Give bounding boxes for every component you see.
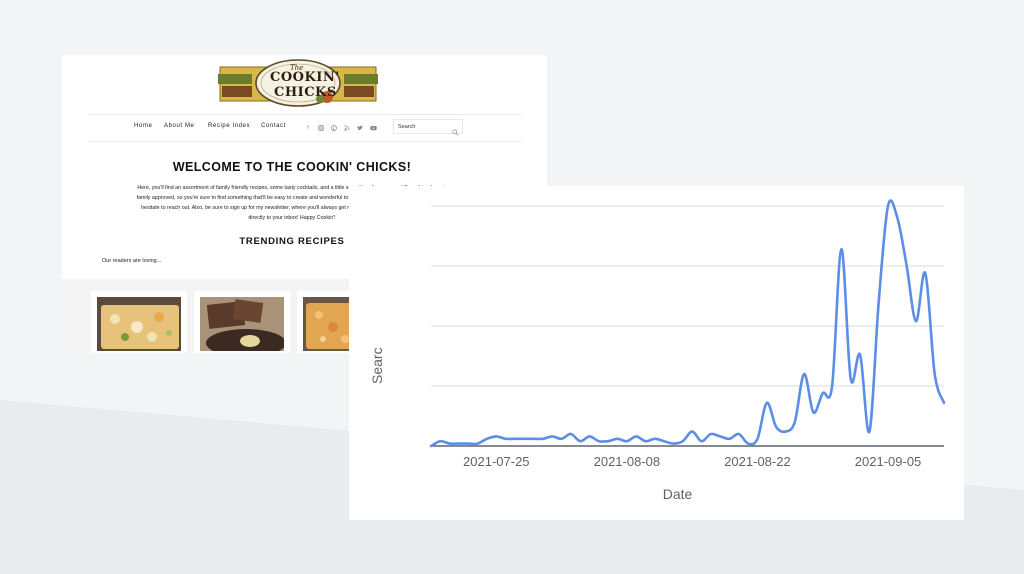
search-trend-chart: 2021-07-25 2021-08-08 2021-08-22 2021-09-05… — [349, 186, 964, 520]
welcome-title: WELCOME TO THE COOKIN' CHICKS! — [172, 160, 412, 174]
trend-chart-svg: 2021-07-25 2021-08-08 2021-08-22 2021-09-05… — [369, 199, 946, 502]
x-tick-label: 2021-08-08 — [594, 454, 661, 469]
search-box[interactable]: Search — [393, 119, 463, 136]
nav-divider-top — [90, 114, 522, 115]
nav-divider-bottom — [90, 141, 522, 142]
nav-home[interactable]: Home — [134, 123, 152, 129]
nav-contact[interactable]: Contact — [261, 123, 286, 129]
nav-recipe-index[interactable]: Recipe Index — [208, 123, 250, 129]
recipe-card-casserole[interactable] — [91, 291, 187, 353]
x-tick-label: 2021-07-25 — [463, 454, 530, 469]
search-icon[interactable] — [452, 123, 459, 141]
twitter-icon[interactable] — [357, 125, 363, 131]
readers-text: Our readers are loving... — [102, 258, 162, 264]
logo-line2: CHICKS — [274, 85, 337, 100]
site-logo[interactable]: The COOKIN' CHICKS — [218, 59, 378, 111]
x-tick-label: 2021-09-05 — [855, 454, 922, 469]
x-tick-label: 2021-08-22 — [724, 454, 791, 469]
recipe-photo — [200, 297, 284, 351]
recipe-card-brownie[interactable] — [194, 291, 290, 353]
pinterest-icon[interactable] — [331, 125, 337, 132]
nav-about-me[interactable]: About Me — [164, 123, 194, 129]
facebook-icon[interactable]: f — [305, 125, 311, 131]
youtube-icon[interactable] — [370, 125, 377, 131]
logo-line1: COOKIN' — [270, 70, 340, 85]
x-tick-labels: 2021-07-25 2021-08-08 2021-08-22 2021-09-05 — [463, 454, 921, 469]
recipe-photo — [97, 297, 181, 351]
gridlines — [431, 205, 944, 387]
rss-icon[interactable] — [344, 125, 350, 131]
x-axis-title: Date — [663, 486, 693, 502]
instagram-icon[interactable] — [318, 125, 324, 131]
series-line — [429, 199, 946, 448]
search-placeholder: Search — [398, 124, 416, 130]
y-axis-title: Searc — [369, 347, 385, 384]
